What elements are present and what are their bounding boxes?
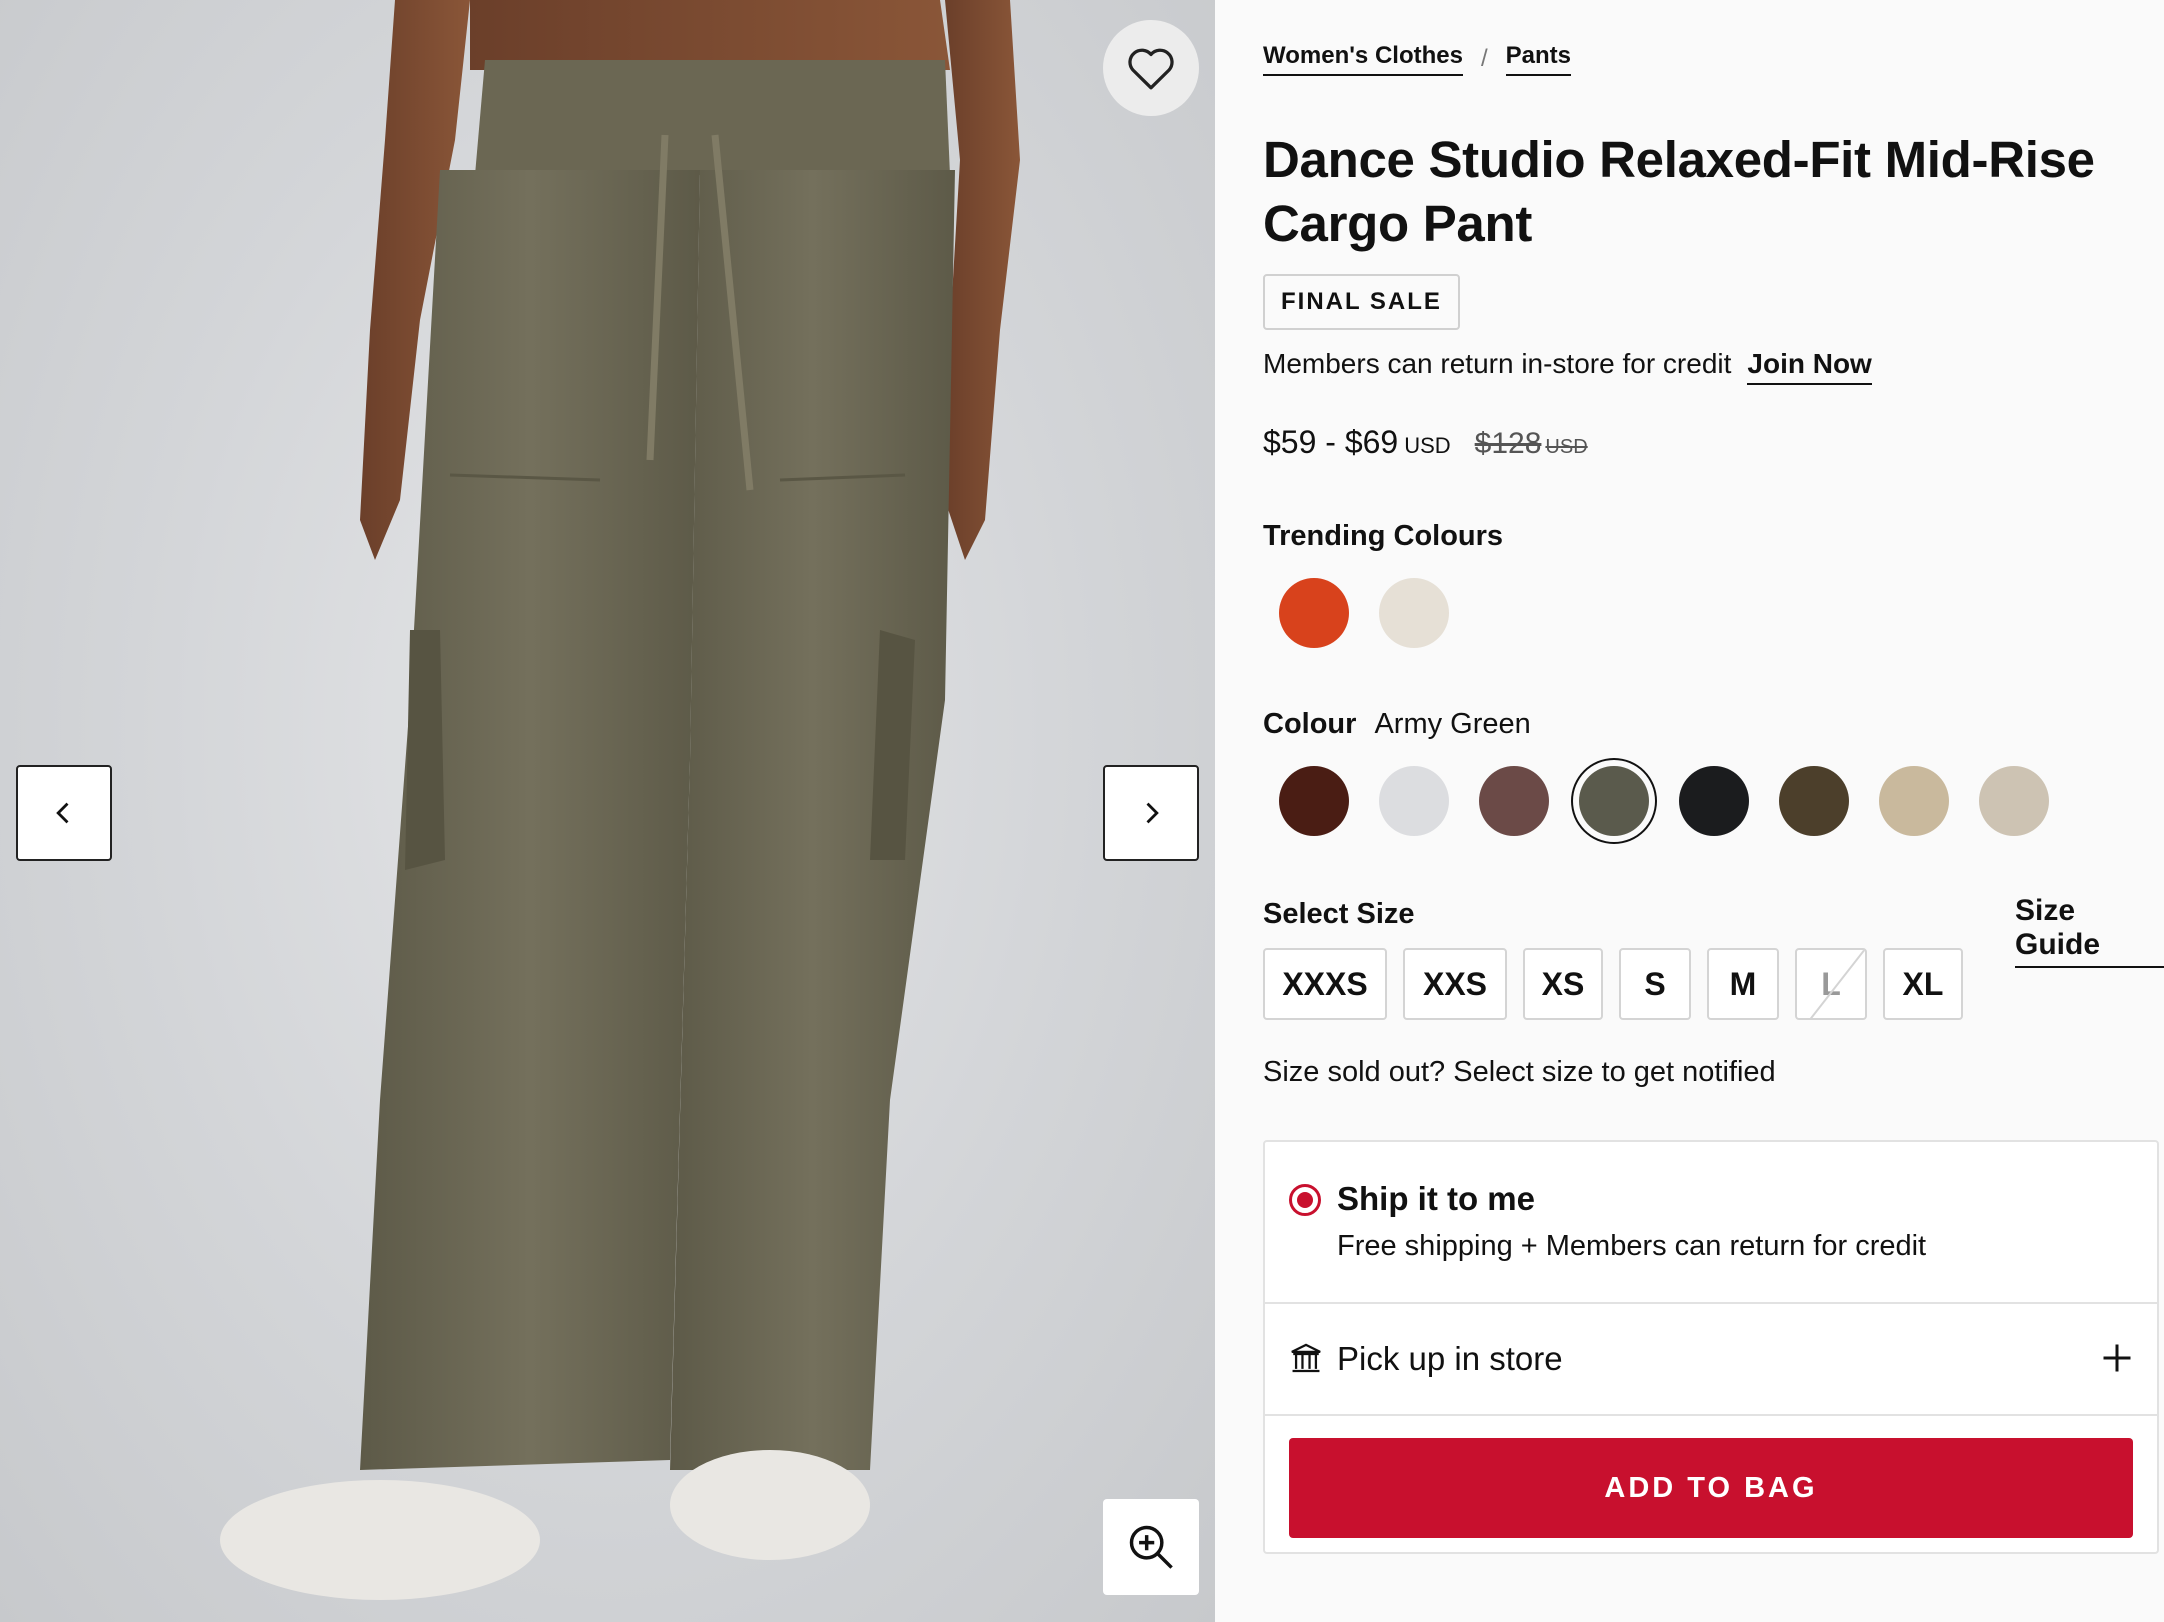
colour-swatch-oat[interactable] (1979, 766, 2049, 836)
ship-it-option[interactable]: Ship it to me Free shipping + Members ca… (1265, 1142, 2157, 1304)
ship-option-title: Ship it to me (1337, 1180, 1535, 1217)
size-option-xl[interactable]: XL (1883, 948, 1963, 1020)
colour-swatch-brown[interactable] (1279, 766, 1349, 836)
join-now-link[interactable]: Join Now (1747, 348, 1872, 385)
zoom-in-icon (1129, 1525, 1173, 1569)
size-option-xxs[interactable]: XXS (1403, 948, 1507, 1020)
size-option-xs[interactable]: XS (1523, 948, 1603, 1020)
favorite-button[interactable] (1103, 20, 1199, 116)
size-option-m[interactable]: M (1707, 948, 1779, 1020)
members-note: Members can return in-store for credit J… (1263, 348, 1872, 385)
select-size-label: Select Size (1263, 898, 1415, 930)
current-price-currency: USD (1404, 433, 1451, 458)
breadcrumb-separator: / (1480, 45, 1488, 72)
original-price-currency: USD (1545, 436, 1588, 458)
original-price: $128 (1474, 427, 1542, 460)
colour-swatch-dark-olive[interactable] (1779, 766, 1849, 836)
breadcrumb: Women's Clothes / Pants (1263, 42, 1571, 76)
radio-selected-dot (1297, 1192, 1313, 1208)
breadcrumb-pants[interactable]: Pants (1505, 42, 1571, 76)
trending-swatch-cream[interactable] (1379, 578, 1449, 648)
trending-colours-label: Trending Colours (1263, 520, 1504, 552)
current-price: $59 - $69 (1263, 424, 1399, 460)
zoom-button[interactable] (1103, 1499, 1199, 1595)
size-option-xxxs[interactable]: XXXS (1263, 948, 1387, 1020)
breadcrumb-womens-clothes[interactable]: Women's Clothes (1263, 42, 1463, 76)
product-details: Women's Clothes / Pants Dance Studio Rel… (1215, 0, 2164, 1622)
size-guide-link[interactable]: Size Guide (2015, 894, 2164, 968)
add-to-bag-button[interactable]: ADD TO BAG (1289, 1438, 2133, 1538)
colour-label: Colour (1263, 708, 1357, 740)
final-sale-badge: FINAL SALE (1263, 274, 1460, 330)
size-option-l-sold-out[interactable]: L (1795, 948, 1867, 1020)
ship-option-subtitle: Free shipping + Members can return for c… (1337, 1230, 1927, 1262)
chevron-left-icon (56, 802, 69, 824)
colour-swatch-light-grey[interactable] (1379, 766, 1449, 836)
price: $59 - $69 USD $128 USD (1263, 424, 1588, 461)
next-image-button[interactable] (1103, 765, 1199, 861)
ship-radio[interactable] (1289, 1184, 1321, 1216)
product-image (220, 0, 1020, 1600)
product-title: Dance Studio Relaxed-Fit Mid-Rise Cargo … (1263, 131, 2095, 252)
previous-image-button[interactable] (16, 765, 112, 861)
chevron-right-icon (1146, 802, 1159, 824)
members-note-text: Members can return in-store for credit (1263, 348, 1732, 379)
pickup-option[interactable]: Pick up in store (1265, 1304, 2157, 1416)
delivery-options: Ship it to me Free shipping + Members ca… (1263, 1140, 2159, 1554)
size-option-s[interactable]: S (1619, 948, 1691, 1020)
colour-swatch-tan[interactable] (1879, 766, 1949, 836)
colour-swatch-mauve-brown[interactable] (1479, 766, 1549, 836)
colour-swatch-black[interactable] (1679, 766, 1749, 836)
trending-swatch-orange[interactable] (1279, 578, 1349, 648)
product-gallery (0, 0, 1215, 1622)
heart-icon (1128, 48, 1174, 90)
size-sold-out-note: Size sold out? Select size to get notifi… (1263, 1056, 1776, 1088)
colour-swatch-army-green[interactable] (1579, 766, 1649, 836)
selected-colour-name: Army Green (1374, 708, 1531, 740)
pickup-option-label: Pick up in store (1337, 1340, 1563, 1377)
colour-heading: Colour Army Green (1263, 708, 1531, 741)
store-icon (1291, 1343, 1321, 1373)
plus-icon[interactable] (2099, 1340, 2135, 1376)
